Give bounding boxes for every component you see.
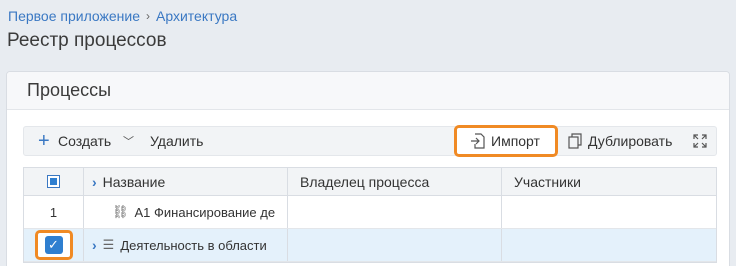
column-header-owner[interactable]: Владелец процесса [288, 168, 502, 195]
breadcrumb-item-app[interactable]: Первое приложение [8, 8, 140, 24]
row-number-cell: 1 [24, 196, 84, 228]
row-owner-cell[interactable] [288, 229, 502, 261]
process-group-icon: ☰ [102, 237, 115, 252]
duplicate-icon [568, 133, 582, 149]
row-name-cell[interactable]: › ☰ Деятельность в области [84, 229, 288, 261]
row-participants-cell[interactable] [502, 229, 718, 261]
row-name: Деятельность в области [120, 237, 267, 253]
page-title: Реестр процессов [7, 30, 167, 51]
table-row[interactable]: ✓ › ☰ Деятельность в области [24, 229, 716, 262]
processes-card: Процессы + Создать ﹀ Удалить Импорт Дубл… [6, 71, 730, 266]
duplicate-label: Дублировать [588, 133, 673, 149]
expand-icon[interactable] [692, 127, 708, 155]
process-icon: ⛓ [112, 204, 129, 219]
row-checkbox[interactable]: ✓ [44, 236, 63, 254]
card-title: Процессы [7, 72, 729, 110]
row-name: А1 Финансирование де [134, 204, 276, 220]
select-all-checkbox[interactable] [47, 175, 60, 188]
row-select-cell: ✓ [24, 229, 84, 261]
import-button[interactable]: Импорт [454, 125, 558, 157]
column-header-participants[interactable]: Участники [502, 168, 718, 195]
toolbar: + Создать ﹀ Удалить Импорт Дублировать [23, 125, 717, 157]
breadcrumb: Первое приложение › Архитектура [8, 8, 237, 24]
breadcrumb-item-architecture[interactable]: Архитектура [156, 8, 237, 24]
breadcrumb-separator: › [146, 9, 151, 23]
row-participants-cell[interactable] [502, 196, 718, 228]
row-number: 1 [49, 204, 58, 220]
process-table: › Название Владелец процесса Участники 1… [23, 167, 717, 263]
chevron-down-icon[interactable]: ﹀ [123, 127, 134, 155]
chevron-right-icon[interactable]: › [92, 174, 97, 190]
import-icon [471, 133, 485, 149]
delete-button[interactable]: Удалить [150, 127, 203, 155]
table-header: › Название Владелец процесса Участники [24, 168, 716, 196]
import-label: Импорт [491, 133, 540, 149]
select-all-cell [24, 168, 84, 195]
create-button[interactable]: Создать [58, 127, 111, 155]
column-header-name[interactable]: › Название [84, 168, 288, 195]
row-owner-cell[interactable] [288, 196, 502, 228]
expand-row-icon[interactable]: › [92, 237, 97, 253]
row-checkbox-highlight: ✓ [34, 230, 73, 260]
table-row[interactable]: 1 ⛓ А1 Финансирование де [24, 196, 716, 229]
plus-icon[interactable]: + [38, 127, 50, 155]
duplicate-button[interactable]: Дублировать [566, 127, 672, 155]
row-name-cell[interactable]: ⛓ А1 Финансирование де [84, 196, 288, 228]
column-header-name-label: Название [102, 173, 166, 190]
